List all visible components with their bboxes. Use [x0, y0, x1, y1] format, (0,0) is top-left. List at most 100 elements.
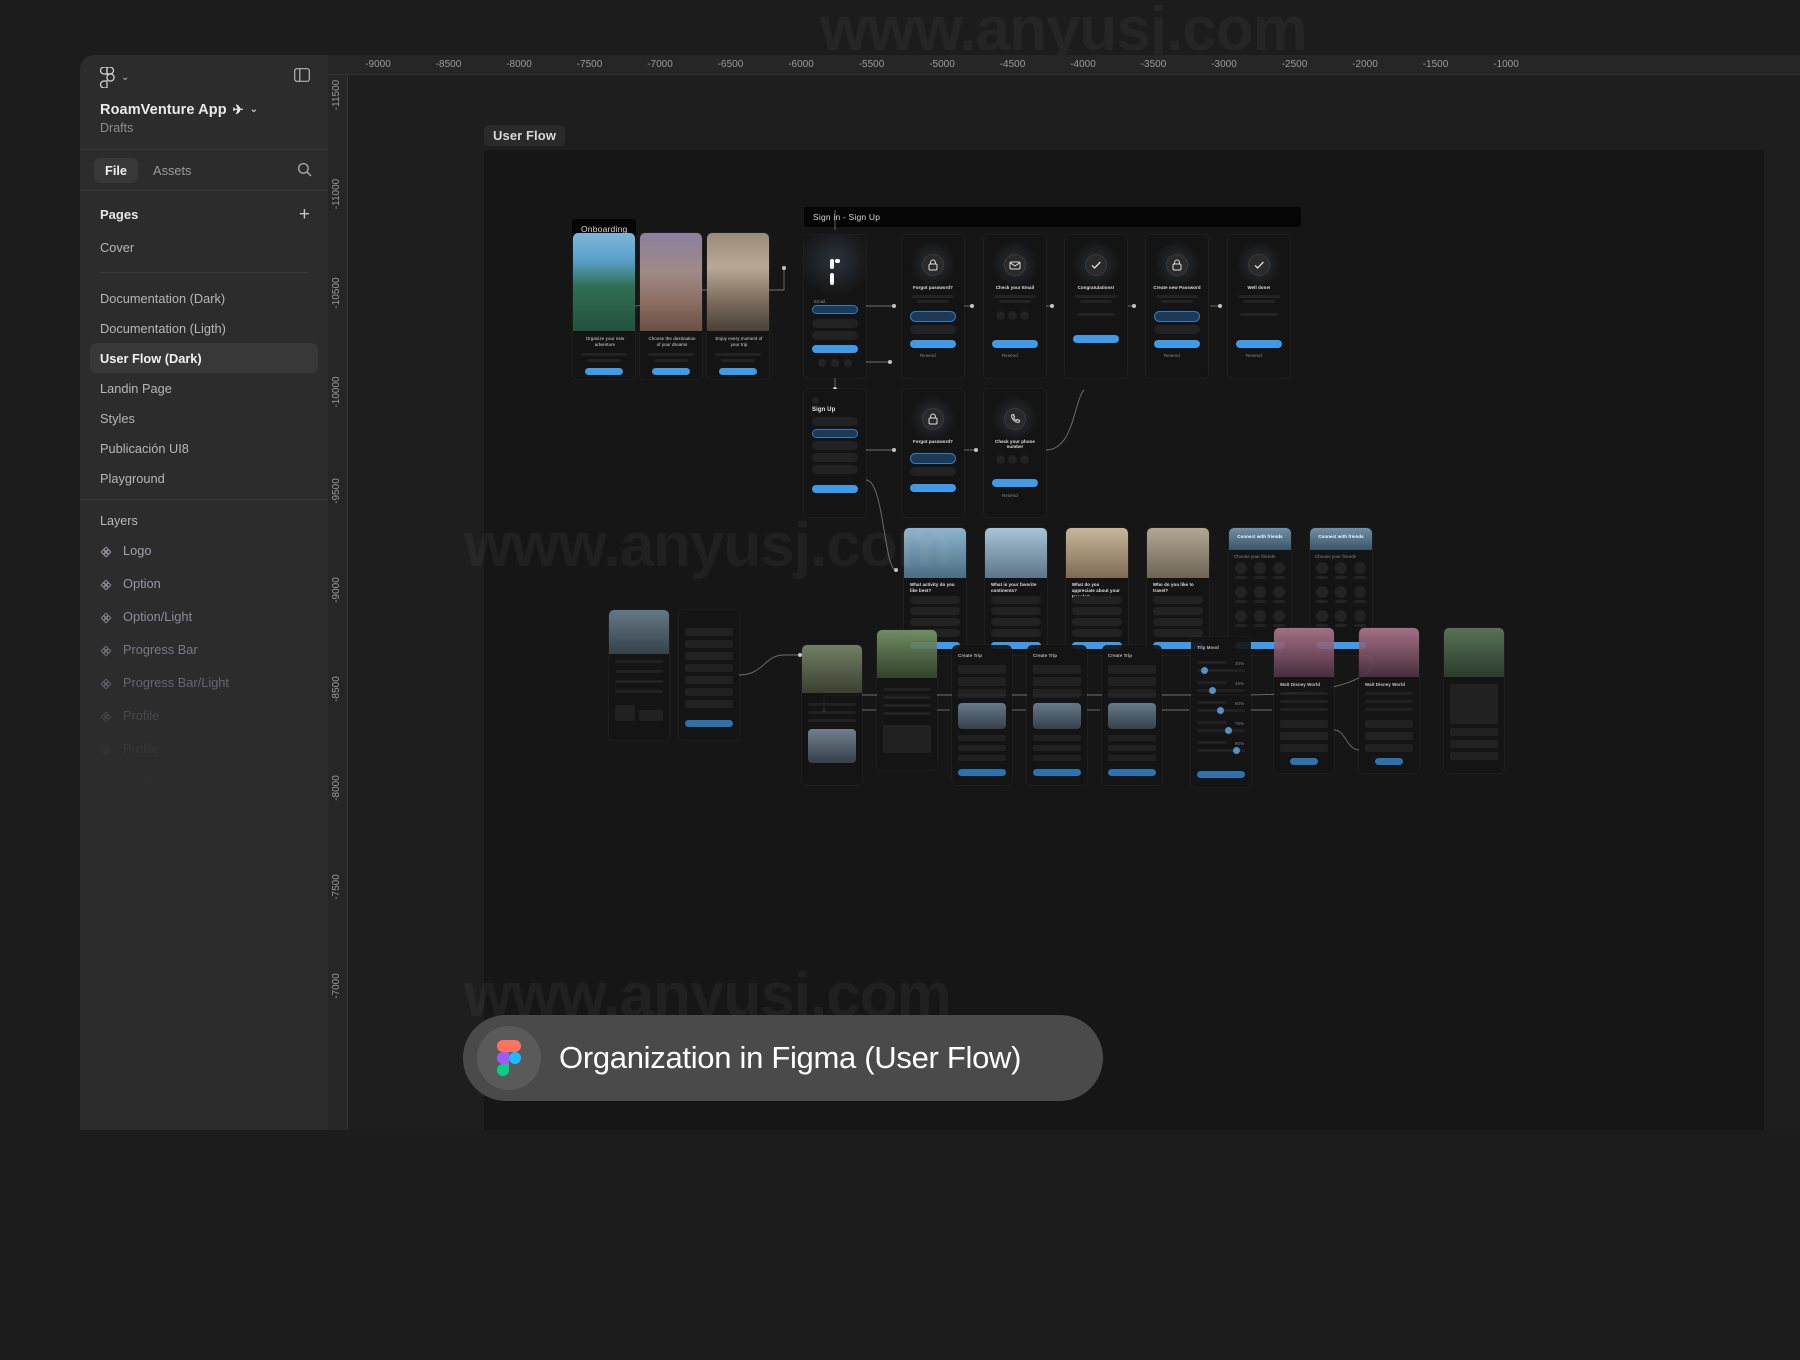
create-trip-screen[interactable]: Create Trip	[1102, 645, 1162, 785]
ruler-tick: -1500	[1422, 59, 1449, 70]
settings-screen[interactable]	[679, 610, 739, 740]
component-icon	[100, 809, 112, 822]
form-row	[958, 689, 1006, 698]
disney-screen[interactable]: Walt Disney World	[1359, 628, 1419, 773]
ruler-tick: -7000	[647, 59, 673, 70]
destination-screen[interactable]	[877, 630, 937, 770]
layer-item[interactable]: Cards Info	[90, 798, 318, 831]
page-list: Cover	[80, 230, 328, 262]
sidebar-toolbar: ⌄	[80, 55, 328, 100]
cta	[958, 769, 1006, 776]
slider-track	[1197, 729, 1245, 732]
figma-menu-button[interactable]: ⌄	[100, 67, 129, 88]
layer-item[interactable]: Progress Bar	[90, 633, 318, 666]
panel-toggle-icon[interactable]	[294, 68, 310, 87]
layer-item[interactable]: Progress Bar/Light	[90, 666, 318, 699]
list-row	[1108, 745, 1156, 751]
figma-logo-icon	[477, 1026, 541, 1090]
create-trip-screen[interactable]: Create Trip	[1027, 645, 1087, 785]
disney-screen[interactable]: Walt Disney World	[1274, 628, 1334, 773]
ruler-tick: -6000	[788, 59, 814, 70]
trip-mood-screen[interactable]: Trip Mood 30% 45% 60% 75% 90%	[1191, 637, 1251, 787]
cta	[1033, 769, 1081, 776]
list-row	[1033, 755, 1081, 761]
screen-image	[1359, 628, 1419, 677]
screen-image	[1444, 628, 1504, 677]
map-list-row	[1450, 740, 1498, 748]
page-item[interactable]: User Flow (Dark)	[90, 343, 318, 373]
settings-row	[685, 652, 733, 660]
screen-title: Create Trip	[958, 653, 983, 658]
cta	[1197, 771, 1245, 778]
slider-thumb	[1225, 727, 1232, 734]
chart-bar	[639, 710, 663, 721]
text-row	[883, 688, 931, 691]
mood-label	[1197, 681, 1227, 684]
slider-thumb	[1217, 707, 1224, 714]
caption-banner: Organization in Figma (User Flow)	[463, 1015, 1103, 1101]
photo	[1033, 703, 1081, 729]
form-row	[958, 665, 1006, 674]
layer-item[interactable]: Option	[90, 567, 318, 600]
map-screen[interactable]	[1444, 628, 1504, 773]
user-flow-board[interactable]: Onboarding Sign in - Sign Up Organize yo…	[464, 150, 1764, 1130]
screen-image	[1274, 628, 1334, 677]
layer-list: Logo Option Option/Light Progress Bar Progre…	[80, 532, 328, 831]
page-item[interactable]: Playground	[90, 463, 318, 493]
ruler-tick: -9000	[331, 577, 342, 603]
layer-item[interactable]: Logo	[90, 534, 318, 567]
form-row	[1108, 677, 1156, 686]
stat-row	[615, 670, 663, 673]
layer-item[interactable]: Profile	[90, 699, 318, 732]
layer-item[interactable]: Profile	[90, 732, 318, 765]
tab-assets[interactable]: Assets	[142, 158, 202, 183]
info-row	[1365, 744, 1413, 752]
page-item-cover[interactable]: Cover	[90, 232, 318, 262]
text-row	[808, 711, 856, 714]
page-item[interactable]: Documentation (Ligth)	[90, 313, 318, 343]
ruler-tick: -8500	[435, 59, 462, 70]
page-item[interactable]: Publicación UI8	[90, 433, 318, 463]
layers-title: Layers	[80, 499, 328, 532]
tab-file[interactable]: File	[94, 157, 139, 183]
info-row	[1280, 720, 1328, 728]
mood-value: 90%	[1235, 741, 1245, 746]
screen-image	[609, 610, 669, 654]
ruler-tick: -1000	[1493, 59, 1519, 70]
trip-detail-screen[interactable]	[802, 645, 862, 785]
page-item[interactable]: Landin Page	[90, 373, 318, 403]
canvas-area[interactable]: -9000 -8500 -8000 -7500 -7000 -6500 -6000 -5500…	[328, 55, 1800, 1130]
file-location: Drafts	[100, 121, 134, 135]
layer-label: Progress Bar	[123, 642, 198, 657]
text-row	[1280, 708, 1328, 711]
component-icon	[100, 776, 112, 789]
text-row	[1280, 700, 1328, 703]
chevron-down-icon: ⌄	[249, 104, 259, 115]
pages-section-header: Pages +	[80, 191, 328, 230]
canvas-viewport[interactable]: User Flow Onboarding Sign in - Sign Up O…	[348, 75, 1800, 1130]
cta	[1108, 769, 1156, 776]
page-item[interactable]: Documentation (Dark)	[90, 283, 318, 313]
layer-label: Profile	[123, 708, 160, 723]
file-name-row[interactable]: RoamVenture App ✈ ⌄	[100, 102, 308, 118]
layer-item[interactable]: Option/Light	[90, 600, 318, 633]
text-row	[1365, 708, 1413, 711]
layer-label: Option/Light	[123, 609, 193, 624]
search-icon[interactable]	[297, 162, 312, 182]
slider-thumb	[1233, 747, 1240, 754]
component-icon	[100, 578, 112, 591]
board-name-label[interactable]: User Flow	[484, 125, 566, 146]
list-row	[958, 735, 1006, 741]
add-page-button[interactable]: +	[299, 205, 310, 224]
page-item[interactable]: Styles	[90, 403, 318, 433]
stat-row	[615, 660, 663, 663]
map-list-row	[1450, 752, 1498, 760]
screen-title: Trip Mood	[1197, 645, 1219, 650]
layer-item[interactable]: Profile/Light	[90, 765, 318, 798]
info-row	[1280, 744, 1328, 752]
chevron-down-icon: ⌄	[121, 71, 130, 83]
create-trip-screen[interactable]: Create Trip	[952, 645, 1012, 785]
ruler-tick: -8500	[331, 676, 342, 702]
form-row	[958, 677, 1006, 686]
profile-screen[interactable]	[609, 610, 669, 740]
